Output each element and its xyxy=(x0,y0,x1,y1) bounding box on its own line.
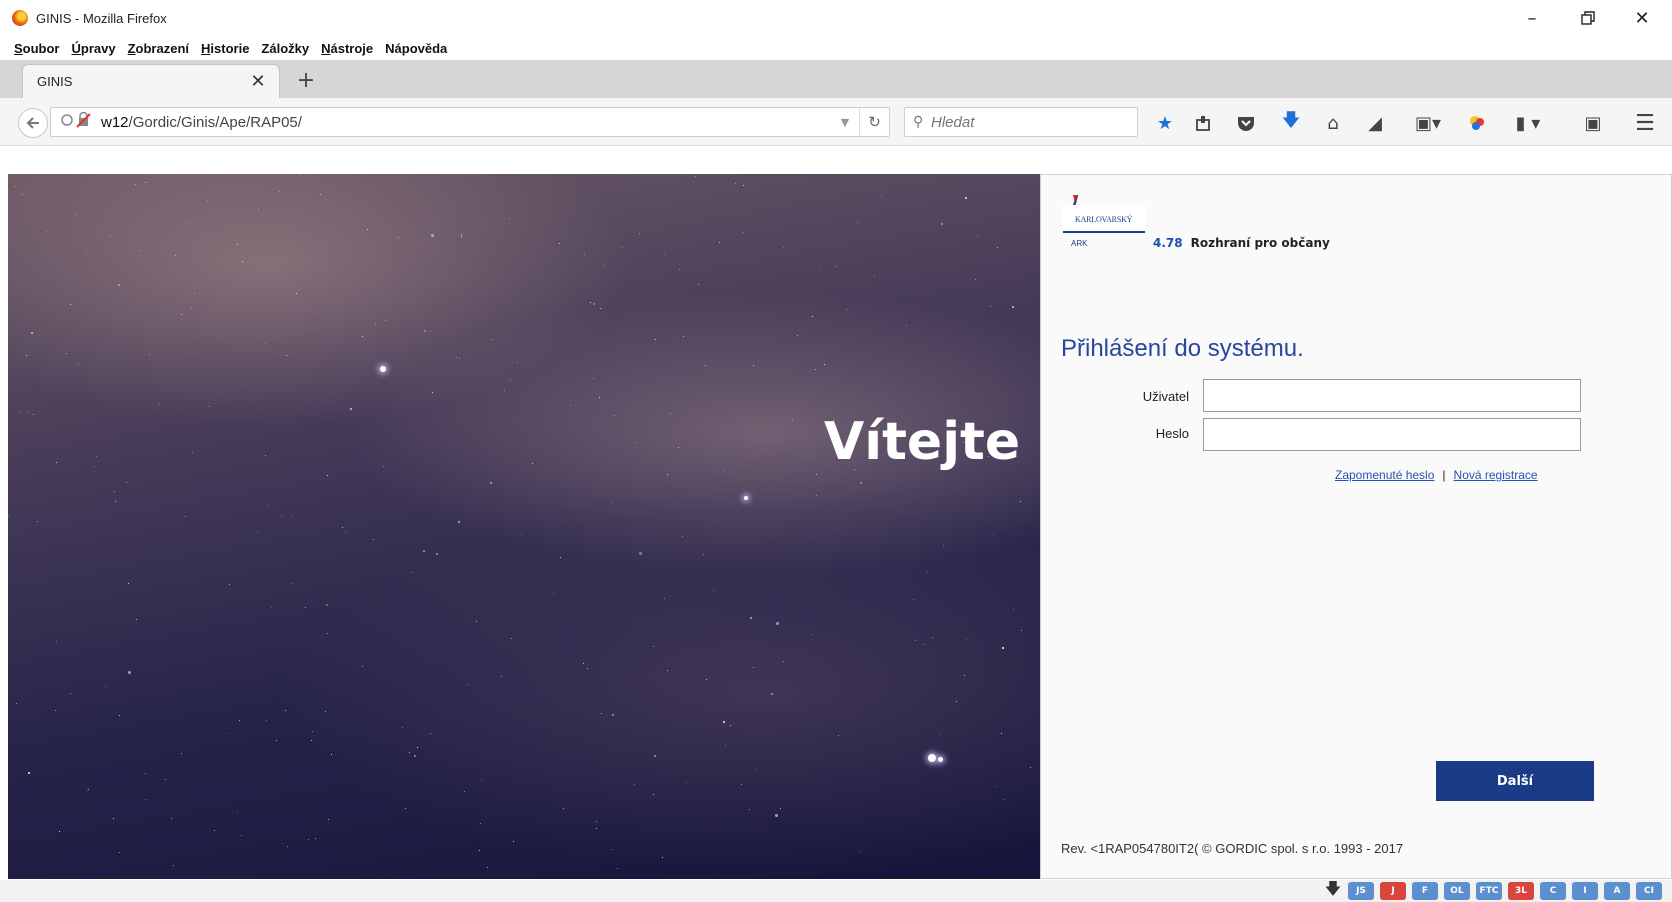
security-warning-icon xyxy=(61,111,91,128)
logo-brand-text: KARLOVARSKÝ xyxy=(1075,215,1133,224)
tab-ginis[interactable]: GINIS ✕ xyxy=(22,64,280,98)
addon-badge-0[interactable]: JS xyxy=(1348,882,1374,900)
colorful-addon-icon[interactable] xyxy=(1464,110,1490,136)
addon-badge-9[interactable]: CI xyxy=(1636,882,1662,900)
close-window-button[interactable]: ✕ xyxy=(1614,0,1670,36)
menu-napoveda[interactable]: Nápověda xyxy=(385,41,447,56)
menu-bar: Soubor Úpravy Zobrazení Historie Záložky… xyxy=(0,36,1672,60)
menu-zobrazeni[interactable]: Zobrazení xyxy=(128,41,189,56)
bookmarks-menu-icon[interactable] xyxy=(1190,110,1216,136)
title-bar: GINIS - Mozilla Firefox – ✕ xyxy=(0,0,1672,36)
account-links: Zapomenuté heslo | Nová registrace xyxy=(1335,468,1538,482)
login-panel: KARLOVARSKÝ ARK 4.78 Rozhraní pro občany … xyxy=(1040,174,1672,879)
addon-badge-8[interactable]: A xyxy=(1604,882,1630,900)
addon-badge-5[interactable]: 3L xyxy=(1508,882,1534,900)
back-button[interactable] xyxy=(18,108,48,138)
site-identity-icon[interactable] xyxy=(61,111,101,132)
tab-strip: GINIS ✕ + xyxy=(0,60,1672,98)
feed-icon[interactable]: ◢ xyxy=(1362,110,1388,136)
restore-icon xyxy=(1581,11,1595,25)
version-line: 4.78 Rozhraní pro občany xyxy=(1153,236,1330,250)
browser-window: GINIS - Mozilla Firefox – ✕ Soubor Úprav… xyxy=(0,0,1672,902)
page-content: Vítejte KARLOVARSKÝ ARK 4.78 Rozhraní pro… xyxy=(8,174,1672,879)
menu-soubor[interactable]: Soubor xyxy=(14,41,60,56)
search-input[interactable] xyxy=(931,113,1121,131)
restore-button[interactable] xyxy=(1560,0,1616,36)
screenshot-addon-icon[interactable]: ▣ xyxy=(1580,110,1606,136)
login-title: Přihlášení do systému. xyxy=(1061,335,1304,362)
url-text[interactable]: w12/Gordic/Ginis/Ape/RAP05/ xyxy=(101,114,831,131)
addon-badge-3[interactable]: OL xyxy=(1444,882,1470,900)
menu-nastroje[interactable]: Nástroje xyxy=(321,41,373,56)
revision-footer: Rev. <1RAP054780IT2( © GORDIC spol. s r.… xyxy=(1061,841,1404,856)
status-bar: 🡇 JS J F OL FTC 3L C I A CI xyxy=(0,879,1672,902)
firefox-logo-icon xyxy=(12,10,28,26)
version-number: 4.78 xyxy=(1153,236,1183,250)
next-button[interactable]: Další xyxy=(1436,761,1594,801)
library-addon-icon[interactable]: ▮ ▾ xyxy=(1508,110,1548,136)
addon-badge-1[interactable]: J xyxy=(1380,882,1406,900)
username-input[interactable] xyxy=(1203,379,1581,412)
hamburger-menu-icon[interactable]: ☰ xyxy=(1632,110,1658,136)
new-registration-link[interactable]: Nová registrace xyxy=(1454,468,1538,482)
welcome-heading: Vítejte xyxy=(824,412,1021,472)
addon-badge-7[interactable]: I xyxy=(1572,882,1598,900)
reload-button[interactable]: ↻ xyxy=(859,108,889,136)
addon-badge-4[interactable]: FTC xyxy=(1476,882,1502,900)
extension-menu-icon[interactable]: ▣▾ xyxy=(1408,110,1448,136)
menu-upravy[interactable]: Úpravy xyxy=(72,41,116,56)
username-label: Uživatel xyxy=(1142,389,1189,404)
window-title: GINIS - Mozilla Firefox xyxy=(36,10,167,26)
search-icon: ⚲ xyxy=(913,114,924,130)
pocket-icon[interactable] xyxy=(1233,110,1259,136)
bookmark-star-icon[interactable]: ★ xyxy=(1152,110,1178,136)
karlovarsky-logo: KARLOVARSKÝ ARK xyxy=(1063,195,1145,249)
forgot-password-link[interactable]: Zapomenuté heslo xyxy=(1335,468,1434,482)
interface-label: Rozhraní pro občany xyxy=(1190,236,1330,250)
menu-historie[interactable]: Historie xyxy=(201,41,249,56)
logo-sub-text: ARK xyxy=(1071,239,1088,248)
history-dropdown-icon[interactable]: ▼ xyxy=(831,116,859,129)
navigation-bar: w12/Gordic/Ginis/Ape/RAP05/ ▼ ↻ ⚲ ★ 🡇 ⌂ … xyxy=(0,98,1672,146)
minimize-button[interactable]: – xyxy=(1504,0,1560,36)
address-bar[interactable]: w12/Gordic/Ginis/Ape/RAP05/ ▼ ↻ xyxy=(50,107,890,137)
addon-badge-2[interactable]: F xyxy=(1412,882,1438,900)
new-tab-button[interactable]: + xyxy=(292,66,320,94)
password-label: Heslo xyxy=(1155,426,1189,441)
tab-label: GINIS xyxy=(37,74,73,89)
downloads-icon[interactable]: 🡇 xyxy=(1278,110,1304,136)
search-bar[interactable]: ⚲ xyxy=(904,107,1138,137)
back-arrow-icon xyxy=(26,117,39,129)
home-icon[interactable]: ⌂ xyxy=(1320,110,1346,136)
close-tab-icon[interactable]: ✕ xyxy=(245,69,271,95)
menu-zalozky[interactable]: Záložky xyxy=(261,41,309,56)
addon-badge-6[interactable]: C xyxy=(1540,882,1566,900)
download-arrow-icon[interactable]: 🡇 xyxy=(1324,879,1342,900)
hero-night-sky-image: Vítejte xyxy=(8,174,1040,879)
password-input[interactable] xyxy=(1203,418,1581,451)
